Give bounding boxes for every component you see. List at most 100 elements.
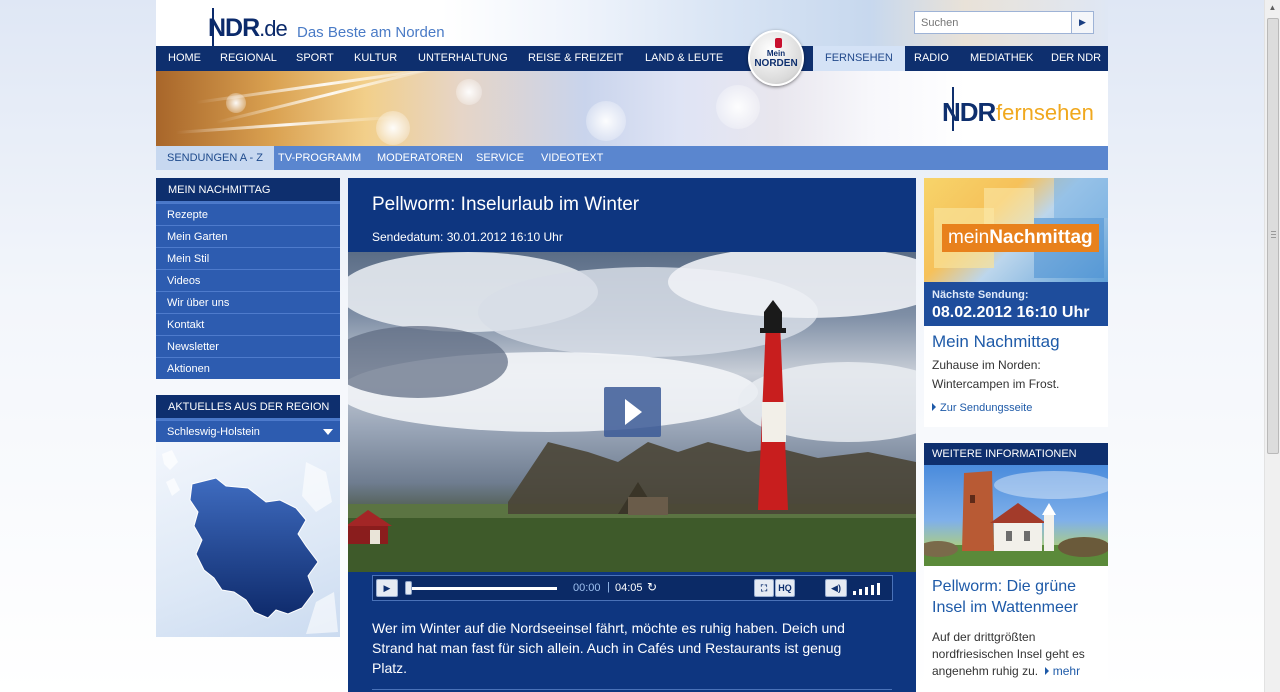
sub-navigation: SENDUNGEN A - Z TV-PROGRAMM MODERATOREN … bbox=[156, 146, 1108, 170]
volume-bar bbox=[859, 589, 862, 595]
mein-norden-badge[interactable]: Mein NORDEN bbox=[748, 30, 804, 86]
sidebar-item-aktionen[interactable]: Aktionen bbox=[156, 357, 340, 379]
region-select[interactable]: Schleswig-Holstein bbox=[156, 420, 340, 442]
article-teaser: Wer im Winter auf die Nordseeinsel fährt… bbox=[372, 620, 845, 676]
light-glow bbox=[716, 85, 760, 129]
search-input[interactable] bbox=[915, 12, 1071, 33]
time-total: 04:05 bbox=[615, 582, 643, 594]
nav-unterhaltung[interactable]: UNTERHALTUNG bbox=[418, 46, 508, 71]
sidebar-item-mein-garten[interactable]: Mein Garten bbox=[156, 225, 340, 247]
show-page-link-label: Zur Sendungsseite bbox=[940, 402, 1033, 414]
more-info-description: Auf der drittgrößten nordfriesischen Ins… bbox=[932, 629, 1104, 680]
article-title: Pellworm: Inselurlaub im Winter bbox=[372, 194, 640, 215]
mute-button[interactable]: ◀) bbox=[825, 579, 847, 597]
more-link[interactable]: mehr bbox=[1044, 664, 1081, 678]
speaker-icon: ◀) bbox=[831, 583, 841, 593]
subnav-videotext[interactable]: VIDEOTEXT bbox=[541, 146, 603, 170]
article-panel: Pellworm: Inselurlaub im Winter Sendedat… bbox=[348, 178, 916, 692]
nav-fernsehen[interactable]: FERNSEHEN bbox=[813, 46, 905, 71]
sidebar-item-videos[interactable]: Videos bbox=[156, 269, 340, 291]
next-broadcast-label: Nächste Sendung: bbox=[932, 289, 1029, 301]
fullscreen-button[interactable]: ⛶ bbox=[754, 579, 774, 597]
ndr-de-logo[interactable]: NDR.de bbox=[208, 14, 288, 43]
more-info-headline[interactable]: Pellworm: Die grüne Insel im Wattenmeer bbox=[932, 576, 1102, 618]
logo-ndr: NDR bbox=[208, 14, 260, 42]
play-icon: ▶ bbox=[383, 583, 391, 593]
subnav-tv-programm[interactable]: TV-PROGRAMM bbox=[278, 146, 361, 170]
nav-mediathek[interactable]: MEDIATHEK bbox=[970, 46, 1033, 71]
volume-bar bbox=[877, 583, 880, 595]
logo-de: .de bbox=[259, 16, 288, 41]
more-info-title: WEITERE INFORMATIONEN bbox=[924, 443, 1108, 465]
nav-sport[interactable]: SPORT bbox=[296, 46, 334, 71]
region-title: AKTUELLES AUS DER REGION bbox=[156, 395, 340, 420]
next-broadcast-date: 08.02.2012 16:10 Uhr bbox=[932, 304, 1090, 321]
chevron-down-icon bbox=[323, 429, 333, 435]
show-title[interactable]: Mein Nachmittag bbox=[932, 332, 1060, 352]
channel-banner: NDR fernsehen bbox=[156, 71, 1108, 146]
nav-der-ndr[interactable]: DER NDR bbox=[1051, 46, 1101, 71]
play-button[interactable] bbox=[604, 387, 661, 437]
volume-bar bbox=[871, 585, 874, 595]
sidebar-item-mein-stil[interactable]: Mein Stil bbox=[156, 247, 340, 269]
scroll-up-arrow-icon[interactable]: ▲ bbox=[1265, 0, 1280, 16]
more-link-label: mehr bbox=[1052, 664, 1081, 678]
arrow-right-icon bbox=[932, 403, 936, 411]
volume-bar bbox=[865, 587, 868, 595]
sidebar-item-kontakt[interactable]: Kontakt bbox=[156, 313, 340, 335]
light-glow bbox=[376, 111, 410, 145]
scrollbar-thumb[interactable] bbox=[1267, 18, 1279, 454]
right-sidebar: meinNachmittag Nächste Sendung: 08.02.20… bbox=[924, 178, 1108, 692]
sidebar-item-rezepte[interactable]: Rezepte bbox=[156, 203, 340, 225]
main-navigation: HOME REGIONAL SPORT KULTUR UNTERHALTUNG … bbox=[156, 46, 1108, 71]
show-page-link[interactable]: Zur Sendungsseite bbox=[932, 402, 1032, 414]
video-player[interactable] bbox=[348, 252, 916, 572]
show-teaser-image[interactable]: meinNachmittag bbox=[924, 178, 1108, 282]
region-map[interactable] bbox=[156, 442, 340, 637]
mn-logo-main: Nachmittag bbox=[989, 227, 1093, 248]
nav-reise-freizeit[interactable]: REISE & FREIZEIT bbox=[528, 46, 623, 71]
play-pause-button[interactable]: ▶ bbox=[376, 579, 398, 597]
sidebar-title[interactable]: MEIN NACHMITTAG bbox=[156, 178, 340, 203]
vertical-scrollbar[interactable]: ▲ bbox=[1264, 0, 1280, 692]
nav-radio[interactable]: RADIO bbox=[914, 46, 949, 71]
seek-track[interactable] bbox=[409, 587, 557, 590]
nav-kultur[interactable]: KULTUR bbox=[354, 46, 397, 71]
nav-land-leute[interactable]: LAND & LEUTE bbox=[645, 46, 723, 71]
show-teaser: meinNachmittag Nächste Sendung: 08.02.20… bbox=[924, 178, 1108, 427]
top-header: NDR.de Das Beste am Norden ▶ bbox=[156, 0, 1108, 46]
region-selected-value: Schleswig-Holstein bbox=[167, 426, 260, 438]
left-sidebar: MEIN NACHMITTAG Rezepte Mein Garten Mein… bbox=[156, 178, 340, 637]
more-info-image[interactable] bbox=[924, 465, 1108, 566]
search-button[interactable]: ▶ bbox=[1071, 12, 1093, 33]
seek-handle[interactable] bbox=[405, 581, 412, 595]
schleswig-holstein-map-icon bbox=[162, 450, 338, 634]
light-ray bbox=[215, 71, 450, 124]
more-info-box: WEITERE INFORMATIONEN Pellworm: Die grün… bbox=[924, 443, 1108, 692]
light-glow bbox=[586, 101, 626, 141]
lighthouse-icon bbox=[775, 38, 782, 48]
hq-button[interactable]: HQ bbox=[775, 579, 795, 597]
search-box: ▶ bbox=[914, 11, 1094, 34]
mein-norden-line1: Mein bbox=[766, 49, 786, 58]
slogan: Das Beste am Norden bbox=[297, 24, 445, 41]
article-divider bbox=[372, 689, 892, 690]
scroll-grip bbox=[1271, 231, 1276, 232]
light-glow bbox=[456, 79, 482, 105]
nf-logo-ndr: NDR bbox=[942, 97, 996, 127]
show-description: Zuhause im Norden: Wintercampen im Frost… bbox=[932, 358, 1060, 391]
replay-icon[interactable]: ↻ bbox=[647, 580, 657, 594]
subnav-service[interactable]: SERVICE bbox=[476, 146, 524, 170]
scroll-grip bbox=[1271, 237, 1276, 238]
sidebar-item-wir-ueber-uns[interactable]: Wir über uns bbox=[156, 291, 340, 313]
nav-home[interactable]: HOME bbox=[168, 46, 201, 71]
nav-regional[interactable]: REGIONAL bbox=[220, 46, 277, 71]
light-ray bbox=[175, 115, 396, 134]
subnav-sendungen-a-z[interactable]: SENDUNGEN A - Z bbox=[156, 146, 274, 170]
page: NDR.de Das Beste am Norden ▶ HOME REGION… bbox=[156, 0, 1108, 692]
nf-logo-word: fernsehen bbox=[996, 100, 1094, 125]
sidebar-item-newsletter[interactable]: Newsletter bbox=[156, 335, 340, 357]
subnav-moderatoren[interactable]: MODERATOREN bbox=[377, 146, 463, 170]
time-separator: | bbox=[607, 581, 610, 593]
arrow-right-icon bbox=[1044, 667, 1049, 675]
